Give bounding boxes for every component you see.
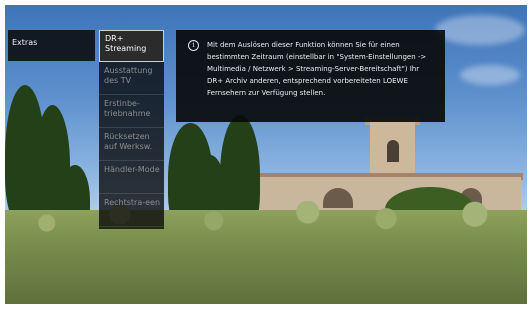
menu-item-rechtstexte[interactable]: Rechtstra-een [99, 195, 164, 227]
menu-item-ruecksetzen[interactable]: Rücksetzen auf Werksw. [99, 129, 164, 161]
menu-item-haendler-mode[interactable]: Händler-Mode [99, 162, 164, 194]
menu-item-dr-streaming[interactable]: DR+ Streaming [99, 30, 164, 62]
cloud [435, 15, 525, 45]
menu-item-ausstattung[interactable]: Ausstattung des TV [99, 63, 164, 95]
bell-window [387, 140, 399, 162]
menu-item-erstinbetriebnahme[interactable]: Erstinbe-triebnahme [99, 96, 164, 128]
breadcrumb-extras: Extras [12, 38, 38, 47]
foreground-foliage [5, 201, 527, 304]
extras-menu: DR+ Streaming Ausstattung des TV Erstinb… [99, 30, 164, 229]
info-icon: i [188, 40, 199, 51]
breadcrumb-panel: Extras [8, 30, 95, 61]
cloud [460, 65, 520, 85]
tooltip-text: Mit dem Auslösen dieser Funktion können … [207, 41, 427, 97]
info-tooltip: i Mit dem Auslösen dieser Funktion könne… [176, 30, 445, 122]
